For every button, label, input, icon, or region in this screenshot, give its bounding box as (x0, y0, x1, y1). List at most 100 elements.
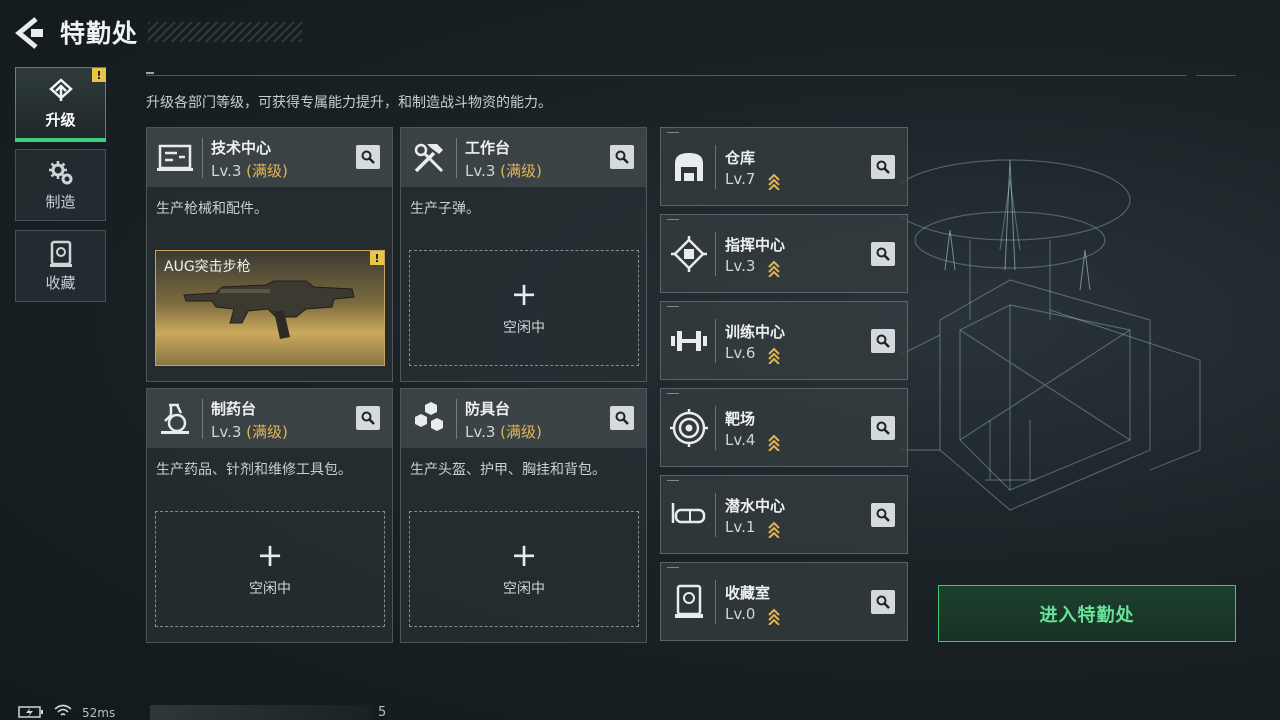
inspect-button[interactable] (871, 503, 895, 527)
level-value: Lv.4 (725, 431, 756, 449)
level-value: Lv.3 (211, 162, 242, 180)
card-corner-mark (667, 306, 679, 307)
bottom-info-bar (150, 705, 372, 720)
idle-label: 空闲中 (503, 581, 545, 597)
card-corner-mark (667, 219, 679, 220)
facility-card-training-center[interactable]: 训练中心 Lv.6 (660, 301, 908, 380)
card-corner-mark (667, 393, 679, 394)
plus-icon: + (256, 536, 284, 574)
plus-icon: + (510, 536, 538, 574)
facility-card-pharmacy[interactable]: 制药台 Lv.3 (满级) 生产药品、针剂和维修工具包。 + 空闲中 (146, 388, 393, 643)
collection-icon (49, 240, 72, 267)
pharmacy-icon (161, 403, 189, 434)
level-value: Lv.3 (465, 162, 496, 180)
idle-label: 空闲中 (249, 581, 291, 597)
production-slot-idle[interactable]: + 空闲中 (155, 511, 385, 627)
workbench-icon (414, 143, 444, 173)
page-description: 升级各部门等级，可获得专属能力提升，和制造战斗物资的能力。 (146, 95, 552, 111)
level-value: Lv.6 (725, 344, 756, 362)
facility-card-shooting-range[interactable]: 靶场 Lv.4 (660, 388, 908, 467)
card-corner-mark (667, 132, 679, 133)
upgrade-warning-icon: ! (92, 68, 106, 82)
facility-card-collection-room[interactable]: 收藏室 Lv.0 (660, 562, 908, 641)
card-description: 生产子弹。 (410, 201, 480, 217)
active-tab-indicator (15, 138, 106, 142)
bottom-counter: 5 (378, 705, 387, 720)
max-level-label: (满级) (500, 162, 542, 180)
card-title: 仓库 (725, 149, 756, 167)
collection-room-icon (675, 584, 703, 618)
inspect-button[interactable] (356, 145, 380, 169)
card-description: 生产头盔、护甲、胸挂和背包。 (410, 462, 606, 478)
inspect-button[interactable] (871, 416, 895, 440)
tab-craft[interactable]: 制造 (15, 149, 106, 221)
magnifier-icon (876, 421, 890, 435)
card-title: 工作台 (465, 139, 511, 157)
shooting-range-icon (670, 409, 708, 447)
diving-center-icon (671, 503, 706, 524)
level-value: Lv.7 (725, 170, 756, 188)
inspect-button[interactable] (610, 145, 634, 169)
card-level: Lv.3 (满级) (211, 160, 288, 181)
card-corner-mark (667, 567, 679, 568)
magnifier-icon (361, 411, 375, 425)
facility-card-warehouse[interactable]: 仓库 Lv.7 (660, 127, 908, 206)
ping-readout: 52ms (82, 706, 116, 720)
card-separator (715, 232, 716, 276)
upgrade-available-icon (768, 173, 780, 190)
card-title: 潜水中心 (725, 497, 786, 515)
card-title: 技术中心 (211, 139, 272, 157)
tab-collection[interactable]: 收藏 (15, 230, 106, 302)
card-title: 指挥中心 (725, 236, 786, 254)
production-slot-item[interactable]: AUG突击步枪 ! (155, 250, 385, 366)
rifle-icon (183, 280, 355, 339)
magnifier-icon (876, 595, 890, 609)
facility-hologram-image (900, 159, 1201, 511)
facility-card-diving-center[interactable]: 潜水中心 Lv.1 (660, 475, 908, 554)
back-button[interactable] (14, 16, 44, 50)
upgrade-available-icon (768, 260, 780, 277)
card-separator (715, 319, 716, 363)
upgrade-icon (48, 77, 73, 101)
training-center-icon (671, 331, 707, 351)
inspect-button[interactable] (356, 406, 380, 430)
magnifier-icon (876, 160, 890, 174)
magnifier-icon (876, 508, 890, 522)
card-description: 生产药品、针剂和维修工具包。 (156, 462, 352, 478)
max-level-label: (满级) (246, 423, 288, 441)
upgrade-available-icon (768, 521, 780, 538)
gears-icon (48, 160, 72, 184)
card-separator (715, 580, 716, 624)
tech-center-icon (157, 144, 193, 171)
warehouse-icon (675, 153, 703, 181)
inspect-button[interactable] (871, 590, 895, 614)
facility-card-armor-bench[interactable]: 防具台 Lv.3 (满级) 生产头盔、护甲、胸挂和背包。 + 空闲中 (400, 388, 647, 643)
production-slot-idle[interactable]: + 空闲中 (409, 250, 639, 366)
facility-card-workbench[interactable]: 工作台 Lv.3 (满级) 生产子弹。 + 空闲中 (400, 127, 647, 382)
top-divider-right (1196, 75, 1236, 76)
card-title: 靶场 (725, 410, 756, 428)
magnifier-icon (361, 150, 375, 164)
plus-icon: + (510, 275, 538, 313)
max-level-label: (满级) (500, 423, 542, 441)
armor-bench-icon (415, 402, 443, 431)
card-separator (715, 406, 716, 450)
inspect-button[interactable] (871, 155, 895, 179)
facility-card-command-center[interactable]: 指挥中心 Lv.3 (660, 214, 908, 293)
enter-special-ops-button[interactable]: 进入特勤处 (938, 585, 1236, 642)
production-slot-idle[interactable]: + 空闲中 (409, 511, 639, 627)
card-title: 训练中心 (725, 323, 786, 341)
inspect-button[interactable] (610, 406, 634, 430)
max-level-label: (满级) (246, 162, 288, 180)
level-value: Lv.3 (211, 423, 242, 441)
level-value: Lv.0 (725, 605, 756, 623)
divider-marker (146, 72, 154, 74)
inspect-button[interactable] (871, 242, 895, 266)
inspect-button[interactable] (871, 329, 895, 353)
facility-card-tech-center[interactable]: 技术中心 Lv.3 (满级) 生产枪械和配件。 AUG突击步枪 ! (146, 127, 393, 382)
card-description: 生产枪械和配件。 (156, 201, 268, 217)
level-value: Lv.3 (465, 423, 496, 441)
card-level: Lv.3 (满级) (465, 421, 542, 442)
magnifier-icon (615, 150, 629, 164)
card-corner-mark (667, 480, 679, 481)
